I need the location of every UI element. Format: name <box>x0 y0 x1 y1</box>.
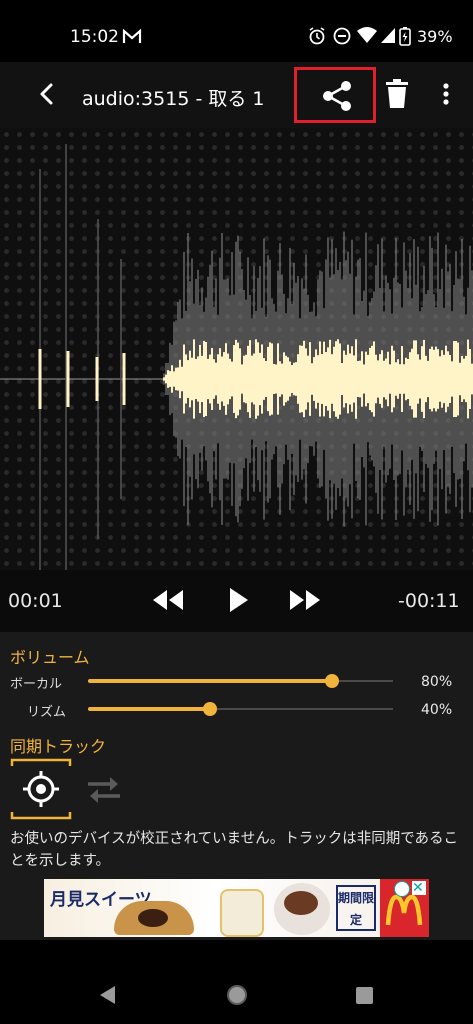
rewind-icon[interactable] <box>150 588 186 612</box>
signal-icon <box>381 28 395 43</box>
alarm-icon <box>309 27 325 45</box>
battery-percentage: 39% <box>417 27 453 46</box>
play-icon[interactable] <box>226 586 252 614</box>
crosshair-icon <box>10 758 72 820</box>
sync-track-section-title: 同期トラック <box>10 737 107 756</box>
remaining-time: -00:11 <box>398 590 460 612</box>
nav-back-icon[interactable] <box>97 984 117 1006</box>
rhythm-slider-fill <box>88 707 210 711</box>
gmail-icon <box>122 28 142 43</box>
do-not-disturb-icon <box>333 27 351 45</box>
rhythm-slider-thumb[interactable] <box>203 702 217 716</box>
navigation-bar <box>0 940 473 1024</box>
volume-section-title: ボリューム <box>10 648 90 667</box>
swap-arrows-icon[interactable] <box>84 774 124 806</box>
ad-banner[interactable]: 月見スイーツ 期間限定 ✕ <box>44 879 429 937</box>
share-icon[interactable] <box>319 78 355 114</box>
status-time: 15:02 <box>70 27 119 47</box>
waveform-view[interactable] <box>0 128 473 614</box>
fast-forward-icon[interactable] <box>287 588 323 612</box>
calibrate-button[interactable] <box>10 758 72 820</box>
more-options-icon[interactable] <box>438 82 454 108</box>
wifi-icon <box>357 27 377 43</box>
ad-close-icon[interactable]: ✕ <box>412 881 426 895</box>
vocal-volume-value: 80% <box>421 674 453 690</box>
battery-icon <box>399 27 411 46</box>
vocal-label: ボーカル <box>10 677 63 692</box>
elapsed-time: 00:01 <box>8 590 63 612</box>
rhythm-volume-value: 40% <box>421 702 453 718</box>
calibration-message: お使いのデバイスが校正されていません。トラックは非同期であることを示します。 <box>10 831 459 869</box>
ad-limited-badge: 期間限定 <box>336 885 376 931</box>
nav-home-icon[interactable] <box>225 983 249 1007</box>
delete-icon[interactable] <box>384 78 410 110</box>
back-arrow-icon[interactable] <box>34 80 60 108</box>
rhythm-label: リズム <box>27 705 67 720</box>
ad-dessert-cup-image <box>220 889 264 937</box>
ad-pastry-image <box>114 901 194 935</box>
nav-recents-icon[interactable] <box>355 986 375 1006</box>
ad-info-icon[interactable] <box>394 881 410 897</box>
waveform-graph <box>0 144 473 614</box>
ad-sundae-image <box>274 883 330 935</box>
recording-title: audio:3515 - 取る 1 <box>82 88 265 110</box>
vocal-slider-fill <box>88 679 332 683</box>
vocal-slider-thumb[interactable] <box>325 674 339 688</box>
